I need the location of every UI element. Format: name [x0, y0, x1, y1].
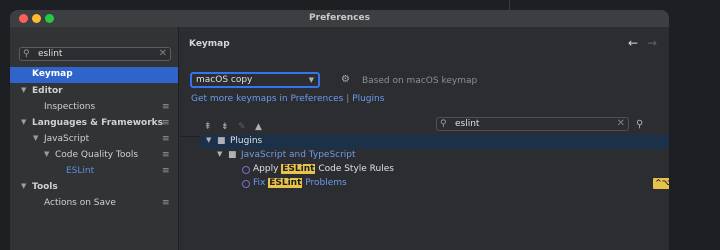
sidebar-item-eslint[interactable]: ESLint ≡	[10, 164, 178, 180]
sidebar-item-label: Tools	[32, 182, 58, 192]
plugin-action-icon	[242, 166, 250, 174]
folder-icon: ■	[217, 136, 226, 146]
sidebar-item-label: ESLint	[66, 166, 95, 176]
tree-row-fix-eslint[interactable]: Fix ESLint Problems ^⌥L	[200, 177, 669, 191]
keymap-panel: Keymap ← → macOS copy ▼ ⚙ Based on macOS…	[180, 27, 669, 250]
search-highlight: ESLint	[268, 178, 303, 188]
search-icon: ⚲	[23, 49, 30, 59]
back-arrow-icon[interactable]: ←	[628, 36, 638, 50]
sidebar-item-label: JavaScript	[44, 134, 90, 144]
based-on-label: Based on macOS keymap	[362, 76, 478, 86]
collapse-all-icon[interactable]: ⇟	[221, 122, 229, 132]
expand-all-icon[interactable]: ⇞	[204, 122, 212, 132]
sidebar-item-label: Keymap	[32, 69, 73, 79]
keymap-links: Get more keymaps in Preferences | Plugin…	[191, 94, 384, 104]
actions-search-input[interactable]: ⚲ eslint ✕	[436, 117, 629, 131]
desktop-background-right	[669, 10, 720, 250]
project-settings-icon: ≡	[162, 118, 170, 128]
sidebar-item-label: Code Quality Tools	[55, 150, 139, 160]
find-shortcut-icon[interactable]: ⚲	[636, 119, 643, 130]
sidebar-item-javascript[interactable]: ▼ JavaScript ≡	[10, 132, 178, 148]
action-suffix: Problems	[302, 178, 347, 188]
sidebar-item-label: Actions on Save	[44, 198, 116, 208]
shortcut-badge: ^⌥L	[653, 178, 669, 189]
sidebar-item-label: Inspections	[44, 102, 96, 112]
gear-icon[interactable]: ⚙	[341, 74, 350, 85]
sidebar-item-actions-on-save[interactable]: Actions on Save ≡	[10, 196, 178, 212]
chevron-down-icon[interactable]: ▼	[206, 136, 211, 144]
action-suffix: Code Style Rules	[315, 164, 394, 174]
tree-row-label: Fix ESLint Problems	[253, 178, 347, 188]
edit-icon[interactable]: ✎	[238, 122, 246, 132]
tree-row-plugins[interactable]: ▼ ■ Plugins	[200, 135, 669, 149]
sidebar-item-tools[interactable]: ▼ Tools	[10, 180, 178, 196]
sidebar-item-code-quality-tools[interactable]: ▼ Code Quality Tools ≡	[10, 148, 178, 164]
window-title: Preferences	[309, 13, 370, 23]
tree-row-label: JavaScript and TypeScript	[241, 150, 356, 160]
sidebar-item-editor[interactable]: ▼ Editor	[10, 84, 178, 100]
sidebar-item-label: Languages & Frameworks	[32, 118, 164, 128]
chevron-down-icon[interactable]: ▼	[217, 150, 222, 158]
chevron-down-icon: ▼	[308, 76, 314, 84]
actions-search-value: eslint	[455, 119, 480, 129]
sidebar-search-value: eslint	[38, 49, 63, 59]
sidebar-search-input[interactable]: ⚲ eslint ✕	[19, 47, 171, 61]
project-settings-icon: ≡	[162, 166, 170, 176]
plugin-action-icon	[242, 180, 250, 188]
chevron-down-icon[interactable]: ▼	[21, 86, 26, 94]
tree-row-apply-eslint[interactable]: Apply ESLint Code Style Rules	[200, 163, 669, 177]
actions-tree: ▼ ■ Plugins ▼ ■ JavaScript and TypeScrip…	[200, 135, 669, 250]
project-settings-icon: ≡	[162, 102, 170, 112]
warning-icon[interactable]: ▲	[255, 122, 262, 132]
settings-sidebar: ⚲ eslint ✕ Keymap ▼ Editor Inspections ≡…	[10, 27, 179, 250]
plugins-link[interactable]: Plugins	[352, 94, 384, 104]
link-separator: |	[346, 94, 350, 104]
search-icon: ⚲	[440, 119, 447, 129]
sidebar-item-label: Editor	[32, 86, 63, 96]
action-prefix: Apply	[253, 164, 282, 174]
action-prefix: Fix	[253, 178, 269, 188]
tree-row-label: Apply ESLint Code Style Rules	[253, 164, 394, 174]
keymap-select-value: macOS copy	[196, 75, 253, 85]
project-settings-icon: ≡	[162, 198, 170, 208]
sidebar-item-inspections[interactable]: Inspections ≡	[10, 100, 178, 116]
clear-search-icon[interactable]: ✕	[617, 118, 625, 129]
preferences-window: Preferences ⚲ eslint ✕ Keymap ▼ Editor I…	[10, 10, 669, 250]
project-settings-icon: ≡	[162, 150, 170, 160]
page-title: Keymap	[189, 39, 230, 49]
forward-arrow-icon[interactable]: →	[647, 36, 657, 50]
desktop-background	[0, 0, 720, 10]
search-highlight: ESLint	[281, 164, 316, 174]
chevron-down-icon[interactable]: ▼	[21, 118, 26, 126]
chevron-down-icon[interactable]: ▼	[21, 182, 26, 190]
sidebar-item-languages-frameworks[interactable]: ▼ Languages & Frameworks ≡	[10, 116, 178, 132]
sidebar-item-keymap[interactable]: Keymap	[10, 67, 178, 83]
tree-row-label: Plugins	[230, 136, 263, 146]
clear-search-icon[interactable]: ✕	[159, 48, 167, 59]
tree-row-js-ts[interactable]: ▼ ■ JavaScript and TypeScript	[200, 149, 669, 163]
chevron-down-icon[interactable]: ▼	[44, 150, 49, 158]
keymap-select[interactable]: macOS copy ▼	[190, 72, 320, 88]
get-more-keymaps-link[interactable]: Get more keymaps in Preferences	[191, 94, 343, 104]
project-settings-icon: ≡	[162, 134, 170, 144]
chevron-down-icon[interactable]: ▼	[33, 134, 38, 142]
folder-icon: ■	[228, 150, 237, 160]
title-bar: Preferences	[10, 10, 669, 27]
background-divider	[509, 0, 510, 10]
